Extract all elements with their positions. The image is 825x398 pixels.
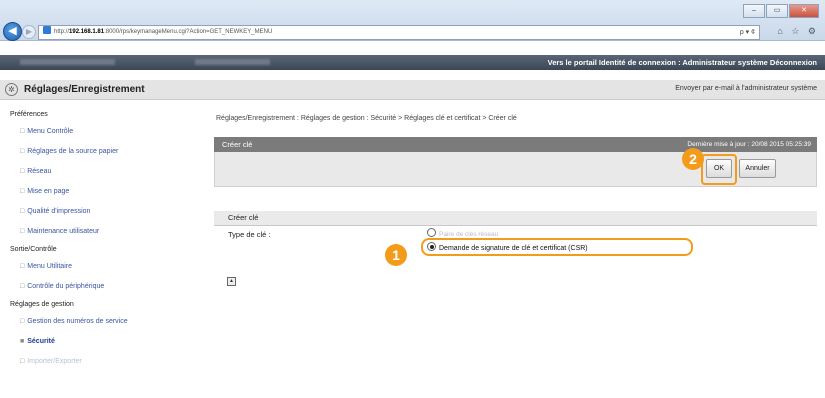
bullet-icon: □	[20, 128, 25, 135]
cancel-button[interactable]: Annuler	[739, 159, 776, 178]
sidebar-item-label: Menu Utilitaire	[27, 263, 72, 270]
sidebar-item-label: Réseau	[27, 168, 52, 175]
sidebar-item-qualite[interactable]: □ Qualité d'impression	[8, 202, 208, 222]
maximize-button[interactable]: ▭	[766, 4, 788, 18]
window-controls: – ▭ ✕	[743, 4, 819, 18]
gear-icon: ✲	[5, 83, 18, 96]
forward-button[interactable]: ▶	[22, 25, 36, 39]
url-prefix: http://	[54, 29, 70, 35]
blurred-text	[20, 59, 115, 65]
sidebar-item-label: Mise en page	[27, 188, 70, 195]
portal-bar: Vers le portail Identité de connexion : …	[0, 55, 825, 70]
sidebar-item-label: Réglages de la source papier	[27, 148, 119, 155]
panel-header: Créer clé Dernière mise à jour : 20/08 2…	[214, 137, 817, 152]
sidebar-section-gestion: Réglages de gestion	[10, 301, 74, 308]
create-key-section: Créer clé Type de clé : Paire de clés ré…	[214, 211, 817, 258]
bullet-icon: □	[20, 168, 25, 175]
bullet-icon: □	[20, 283, 25, 290]
sidebar-item-securite[interactable]: ■ Sécurité	[8, 332, 208, 352]
sidebar-item-label: Qualité d'impression	[27, 208, 91, 215]
button-area: OK Annuler	[214, 152, 817, 187]
site-favicon-icon	[43, 26, 51, 34]
browser-chrome: – ▭ ✕ ◀ ▶ http://192.168.1.81:8000/rps/k…	[0, 0, 825, 41]
sidebar-item-label: Importer/Exporter	[27, 358, 82, 365]
sidebar-item-menu-utilitaire[interactable]: □ Menu Utilitaire	[8, 257, 208, 277]
create-key-panel: Créer clé Dernière mise à jour : 20/08 2…	[214, 137, 817, 187]
bullet-icon: ■	[20, 338, 25, 345]
section-title: Créer clé	[214, 211, 817, 226]
page-title: Réglages/Enregistrement	[24, 84, 145, 95]
key-type-row: Type de clé : Paire de clés réseau Deman…	[214, 226, 817, 258]
close-button[interactable]: ✕	[789, 4, 819, 18]
bullet-icon: □	[20, 208, 25, 215]
url-host: 192.168.1.81	[69, 29, 105, 35]
sidebar-section-preferences: Préférences	[10, 111, 48, 118]
sidebar-item-maintenance[interactable]: □ Maintenance utilisateur	[8, 222, 208, 242]
sidebar-item-label: Gestion des numéros de service	[27, 318, 128, 325]
page-header: ✲ Réglages/Enregistrement Envoyer par e-…	[0, 80, 825, 100]
radio-selected-icon	[427, 242, 436, 251]
key-type-label: Type de clé :	[228, 230, 271, 239]
sidebar-item-menu-controle[interactable]: □ Menu Contrôle	[8, 122, 208, 142]
sidebar-item-mise-en-page[interactable]: □ Mise en page	[8, 182, 208, 202]
radio-option-key-pair[interactable]: Paire de clés réseau	[427, 228, 498, 238]
bullet-icon: □	[20, 318, 25, 325]
back-to-top-icon[interactable]: ▲	[227, 277, 236, 286]
sidebar-item-label: Menu Contrôle	[27, 128, 74, 135]
callout-1-icon: 1	[385, 244, 407, 266]
sidebar-item-numeros-service[interactable]: □ Gestion des numéros de service	[8, 312, 208, 332]
sidebar-item-controle-peripherique[interactable]: □ Contrôle du périphérique	[8, 277, 208, 297]
sidebar-item-label: Contrôle du périphérique	[27, 283, 105, 290]
panel-title: Créer clé	[222, 140, 253, 149]
sidebar-item-reseau[interactable]: □ Réseau	[8, 162, 208, 182]
email-admin-link[interactable]: Envoyer par e-mail à l'administrateur sy…	[675, 85, 817, 92]
sidebar-item-importer-exporter[interactable]: □ Importer/Exporter	[8, 352, 208, 372]
radio-option-csr[interactable]: Demande de signature de clé et certifica…	[427, 242, 588, 252]
browser-tools-icons[interactable]: ⌂ ☆ ⚙	[777, 26, 819, 37]
minimize-button[interactable]: –	[743, 4, 765, 18]
portal-links[interactable]: Vers le portail Identité de connexion : …	[548, 58, 817, 67]
option-label: Paire de clés réseau	[439, 231, 499, 238]
url-path: :8000/rps/keymanageMenu.cgi?Action=GET_N…	[104, 29, 273, 35]
blurred-text-2	[195, 59, 270, 65]
sidebar-item-label: Sécurité	[27, 338, 55, 345]
bullet-icon: □	[20, 148, 25, 155]
sidebar: Préférences □ Menu Contrôle □ Réglages de …	[8, 107, 208, 398]
bullet-icon: □	[20, 263, 25, 270]
back-button[interactable]: ◀	[3, 22, 22, 41]
option-label: Demande de signature de clé et certifica…	[439, 245, 588, 252]
last-update: Dernière mise à jour : 20/08 2015 05:25:…	[687, 141, 811, 148]
ok-button[interactable]: OK	[706, 159, 732, 178]
breadcrumb: Réglages/Enregistrement : Réglages de ge…	[216, 115, 517, 122]
sidebar-item-source-papier[interactable]: □ Réglages de la source papier	[8, 142, 208, 162]
bullet-icon: □	[20, 358, 25, 365]
callout-2-icon: 2	[682, 148, 704, 170]
address-bar[interactable]: http://192.168.1.81:8000/rps/keymanageMe…	[38, 25, 760, 40]
radio-icon	[427, 228, 436, 237]
address-controls[interactable]: ρ ▾ ¢	[740, 26, 755, 39]
bullet-icon: □	[20, 228, 25, 235]
sidebar-item-label: Maintenance utilisateur	[27, 228, 100, 235]
sidebar-section-sortie: Sortie/Contrôle	[10, 246, 57, 253]
bullet-icon: □	[20, 188, 25, 195]
